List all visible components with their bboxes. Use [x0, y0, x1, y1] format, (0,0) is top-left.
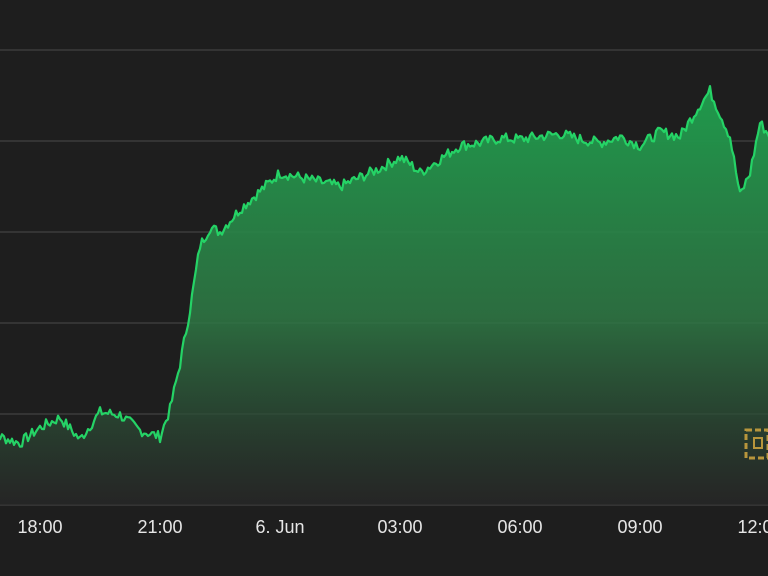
x-tick-label: 03:00 — [377, 517, 422, 537]
x-tick-label: 06:00 — [497, 517, 542, 537]
x-tick-label: 18:00 — [17, 517, 62, 537]
x-tick-label: 21:00 — [137, 517, 182, 537]
price-chart: 18:00 21:00 6. Jun 03:00 06:00 09:00 12:00 — [0, 0, 768, 576]
x-tick-label: 6. Jun — [255, 517, 304, 537]
x-tick-label: 12:00 — [737, 517, 768, 537]
x-tick-label: 09:00 — [617, 517, 662, 537]
